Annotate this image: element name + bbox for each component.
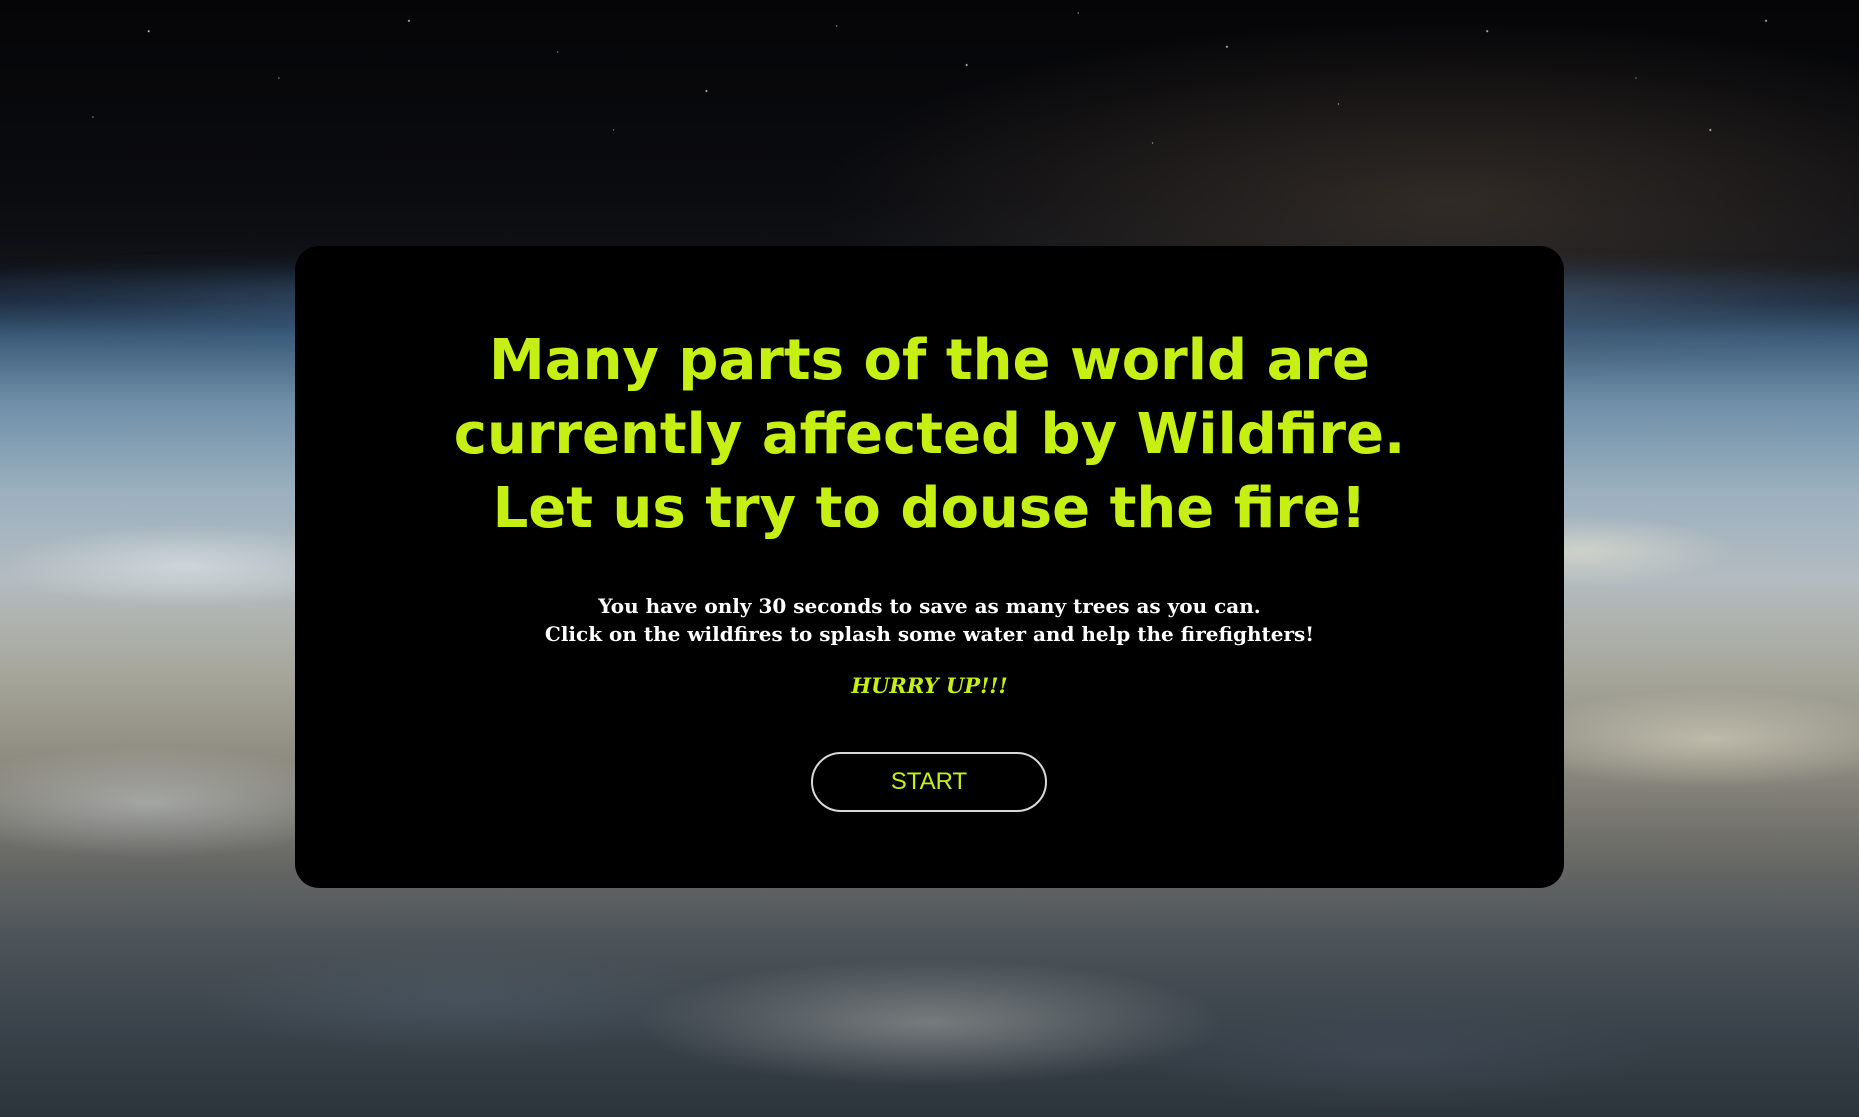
intro-title-line: currently affected by Wildfire. (453, 402, 1406, 467)
intro-title: Many parts of the world are currently af… (295, 324, 1564, 546)
start-button[interactable]: START (811, 752, 1047, 812)
intro-title-line: Many parts of the world are (489, 328, 1370, 393)
instructions-text: You have only 30 seconds to save as many… (295, 592, 1564, 648)
starfield (0, 0, 1859, 260)
instruction-line: Click on the wildfires to splash some wa… (544, 622, 1315, 646)
hurry-up-text: HURRY UP!!! (851, 673, 1008, 698)
intro-title-line: Let us try to douse the fire! (492, 476, 1367, 541)
instruction-line: You have only 30 seconds to save as many… (598, 594, 1261, 618)
intro-card: Many parts of the world are currently af… (295, 246, 1564, 888)
